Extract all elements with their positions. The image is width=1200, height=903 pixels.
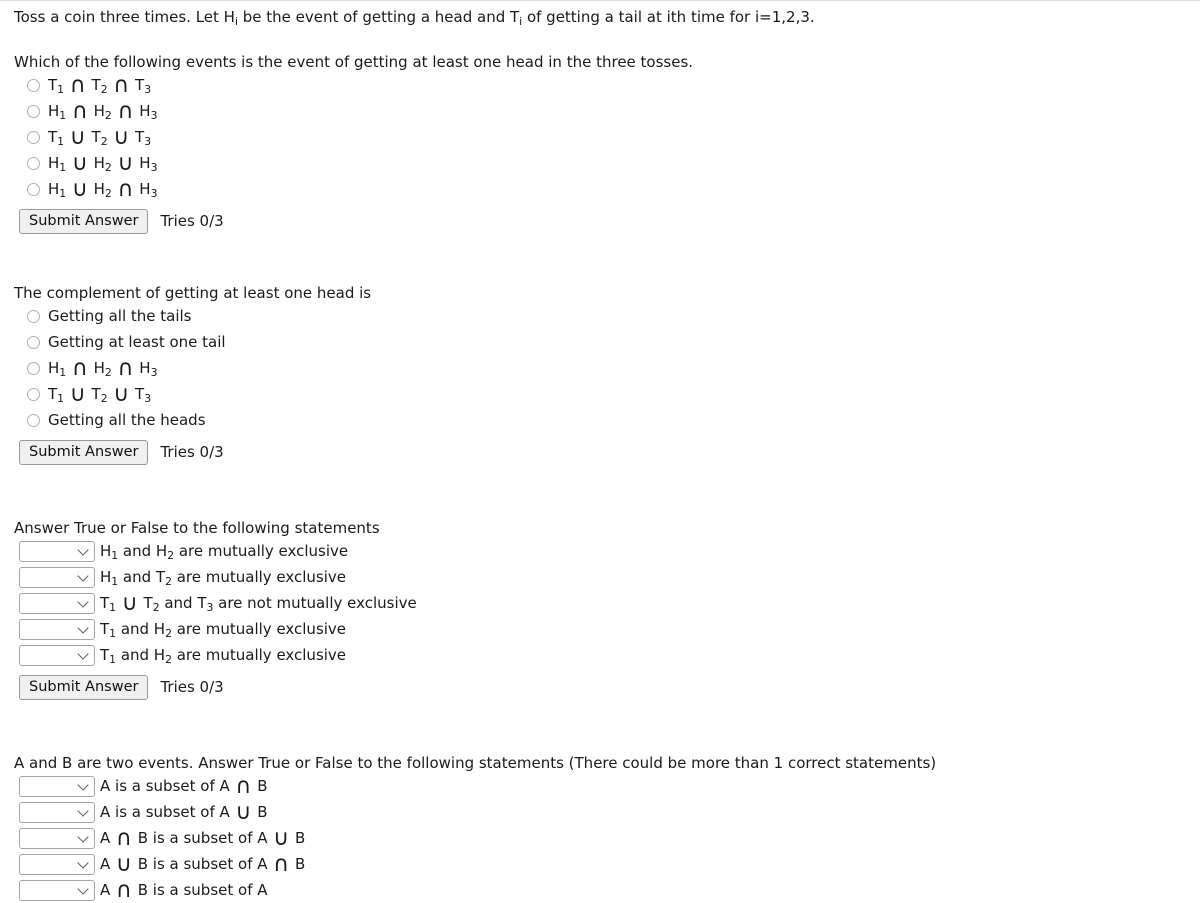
true-false-select[interactable]	[19, 540, 95, 562]
radio-option-label: T1 ∪ T2 ∪ T3	[48, 382, 152, 408]
radio-option-row[interactable]: T1 ∪ T2 ∪ T3	[14, 124, 1200, 150]
radio-button-unchecked-icon[interactable]	[27, 130, 40, 144]
statement-row: H1 and H2 are mutually exclusive	[14, 538, 1200, 564]
true-false-select[interactable]	[19, 566, 95, 588]
statement-row: A ∩ B is a subset of A ∪ B	[14, 825, 1200, 851]
true-false-select[interactable]	[19, 879, 95, 901]
chevron-down-icon	[77, 831, 89, 843]
chevron-down-icon	[77, 596, 89, 608]
quiz-page: Toss a coin three times. Let Hi be the e…	[0, 0, 1200, 903]
true-false-select[interactable]	[19, 644, 95, 666]
radio-button-unchecked-icon[interactable]	[27, 182, 40, 196]
tries-counter: Tries 0/3	[160, 212, 224, 230]
chevron-down-icon	[77, 779, 89, 791]
tries-counter: Tries 0/3	[160, 443, 224, 461]
question-3: Answer True or False to the following st…	[14, 519, 1200, 702]
chevron-down-icon	[77, 648, 89, 660]
radio-button-unchecked-icon[interactable]	[27, 413, 40, 427]
radio-option-label: H1 ∩ H2 ∩ H3	[48, 356, 158, 382]
radio-button-unchecked-icon[interactable]	[27, 309, 40, 323]
radio-button-unchecked-icon[interactable]	[27, 156, 40, 170]
statement-label: A is a subset of A ∪ B	[100, 800, 268, 826]
radio-option-row[interactable]: H1 ∪ H2 ∪ H3	[14, 150, 1200, 176]
radio-button-unchecked-icon[interactable]	[27, 361, 40, 375]
statement-row: A ∪ B is a subset of A ∩ B	[14, 851, 1200, 877]
radio-option-row[interactable]: Getting at least one tail	[14, 329, 1200, 355]
question-2: The complement of getting at least one h…	[14, 284, 1200, 467]
statement-label: A is a subset of A ∩ B	[100, 774, 268, 800]
radio-option-label: H1 ∩ H2 ∩ H3	[48, 99, 158, 125]
statement-label: A ∩ B is a subset of A	[100, 878, 268, 903]
radio-button-unchecked-icon[interactable]	[27, 104, 40, 118]
statement-row: A is a subset of A ∪ B	[14, 799, 1200, 825]
question-1-prompt: Which of the following events is the eve…	[14, 53, 694, 71]
chevron-down-icon	[77, 857, 89, 869]
radio-option-row[interactable]: Getting all the heads	[14, 407, 1200, 433]
statement-label: H1 and T2 are mutually exclusive	[100, 567, 347, 588]
radio-option-row[interactable]: Getting all the tails	[14, 303, 1200, 329]
true-false-select[interactable]	[19, 827, 95, 849]
radio-option-label: Getting at least one tail	[48, 332, 226, 351]
question-2-prompt: The complement of getting at least one h…	[14, 284, 372, 302]
radio-option-row[interactable]: H1 ∩ H2 ∩ H3	[14, 355, 1200, 381]
question-1-submit-row: Submit Answer Tries 0/3	[14, 206, 1200, 236]
question-4-prompt: A and B are two events. Answer True or F…	[14, 754, 937, 772]
true-false-select[interactable]	[19, 801, 95, 823]
question-2-submit-row: Submit Answer Tries 0/3	[14, 437, 1200, 467]
true-false-select[interactable]	[19, 592, 95, 614]
statement-label: T1 ∪ T2 and T3 are not mutually exclusiv…	[100, 591, 417, 617]
chevron-down-icon	[77, 570, 89, 582]
radio-option-label: T1 ∩ T2 ∩ T3	[48, 73, 152, 99]
chevron-down-icon	[77, 622, 89, 634]
intro-text: Toss a coin three times. Let Hi be the e…	[14, 8, 815, 29]
statement-row: T1 ∪ T2 and T3 are not mutually exclusiv…	[14, 590, 1200, 616]
statement-row: A is a subset of A ∩ B	[14, 773, 1200, 799]
radio-option-label: Getting all the heads	[48, 410, 206, 429]
submit-answer-button[interactable]: Submit Answer	[19, 208, 149, 234]
true-false-select[interactable]	[19, 775, 95, 797]
submit-answer-button[interactable]: Submit Answer	[19, 439, 149, 465]
statement-row: T1 and H2 are mutually exclusive	[14, 616, 1200, 642]
radio-option-row[interactable]: T1 ∪ T2 ∪ T3	[14, 381, 1200, 407]
radio-button-unchecked-icon[interactable]	[27, 387, 40, 401]
statement-label: H1 and H2 are mutually exclusive	[100, 541, 349, 562]
chevron-down-icon	[77, 544, 89, 556]
statement-label: A ∩ B is a subset of A ∪ B	[100, 826, 306, 852]
radio-option-label: T1 ∪ T2 ∪ T3	[48, 125, 152, 151]
question-3-prompt: Answer True or False to the following st…	[14, 519, 380, 537]
page-top-rule	[0, 0, 1200, 1]
question-1: Which of the following events is the eve…	[14, 53, 1200, 236]
radio-option-row[interactable]: T1 ∩ T2 ∩ T3	[14, 72, 1200, 98]
radio-option-label: Getting all the tails	[48, 306, 192, 325]
submit-answer-button[interactable]: Submit Answer	[19, 674, 149, 700]
tries-counter: Tries 0/3	[160, 678, 224, 696]
radio-button-unchecked-icon[interactable]	[27, 335, 40, 349]
statement-row: T1 and H2 are mutually exclusive	[14, 642, 1200, 668]
radio-option-row[interactable]: H1 ∪ H2 ∩ H3	[14, 176, 1200, 202]
radio-button-unchecked-icon[interactable]	[27, 78, 40, 92]
chevron-down-icon	[77, 805, 89, 817]
statement-label: T1 and H2 are mutually exclusive	[100, 619, 347, 640]
radio-option-label: H1 ∪ H2 ∪ H3	[48, 151, 158, 177]
radio-option-row[interactable]: H1 ∩ H2 ∩ H3	[14, 98, 1200, 124]
chevron-down-icon	[77, 883, 89, 895]
true-false-select[interactable]	[19, 618, 95, 640]
statement-label: T1 and H2 are mutually exclusive	[100, 645, 347, 666]
statement-label: A ∪ B is a subset of A ∩ B	[100, 852, 306, 878]
question-3-submit-row: Submit Answer Tries 0/3	[14, 672, 1200, 702]
statement-row: H1 and T2 are mutually exclusive	[14, 564, 1200, 590]
radio-option-label: H1 ∪ H2 ∩ H3	[48, 177, 158, 203]
true-false-select[interactable]	[19, 853, 95, 875]
